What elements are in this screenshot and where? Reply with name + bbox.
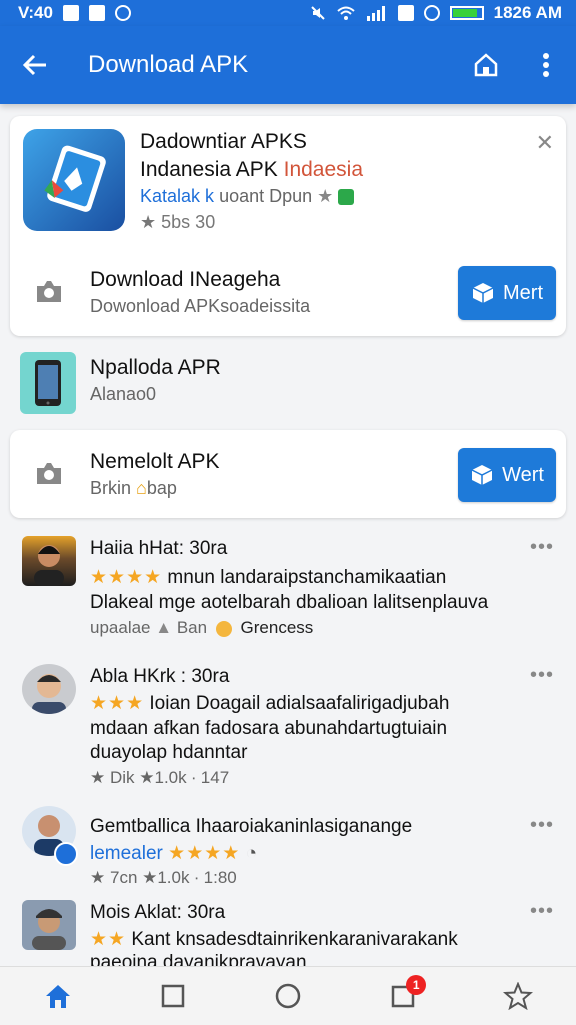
review-author: Mois Aklat: 30ra xyxy=(90,902,226,923)
nav-apps[interactable] xyxy=(143,967,203,1025)
history-icon: ◔ xyxy=(245,843,258,864)
star-outline-icon xyxy=(503,982,534,1010)
status-time-right: 1826 AM xyxy=(493,3,562,22)
featured-developer: Katalak k uoant Dpun ★ xyxy=(140,186,355,207)
review-more-icon[interactable]: ••• xyxy=(530,814,554,837)
app-logo xyxy=(23,129,125,231)
notification-badge: 1 xyxy=(406,975,427,995)
review-text-line3[interactable]: duayolap hdanntar xyxy=(90,742,247,764)
app-row-subtitle: Alanao0 xyxy=(90,384,157,404)
review-meta: ★ Dik ★1.0k ∙ 147 xyxy=(90,768,230,787)
wifi-icon xyxy=(336,6,355,20)
nav-favorites[interactable] xyxy=(488,967,548,1025)
featured-card[interactable]: ✕ Dadowntiar APKS Indanesia APK Indaesia… xyxy=(10,116,566,336)
vpn-icon xyxy=(397,5,414,21)
car-icon: ▲ xyxy=(155,618,173,637)
download-row-2-title: Nemelolt APK xyxy=(90,450,220,473)
rating-stars: ★★★★ xyxy=(168,843,241,864)
review-more-icon[interactable]: ••• xyxy=(530,900,554,923)
verified-icon xyxy=(338,189,355,206)
nav-home[interactable] xyxy=(28,967,88,1025)
folder-icon: ⌂ xyxy=(136,478,147,498)
rating-stars: ★★★ xyxy=(90,693,145,714)
more-vert-icon xyxy=(543,53,549,77)
emoji-icon xyxy=(215,620,232,637)
app-row-icon xyxy=(20,352,76,414)
home-icon xyxy=(474,53,498,77)
content-area: ✕ Dadowntiar APKS Indanesia APK Indaesia… xyxy=(0,104,576,966)
review-more-icon[interactable]: ••• xyxy=(530,536,554,559)
status-time-left: V:40 xyxy=(18,3,53,22)
app-notification-icon xyxy=(88,5,105,21)
signal-icon xyxy=(366,6,385,21)
box-icon xyxy=(472,283,494,303)
review-author[interactable]: Gemtballica Ihaaroiakaninlasiganange xyxy=(90,816,412,838)
review-item: Abla HKrk : 30ra ••• ★★★ Ioian Doagail a… xyxy=(0,660,576,790)
app-bar: Download APK xyxy=(0,26,576,104)
featured-rating: ★ 5bs 30 xyxy=(140,212,216,232)
app-row-title[interactable]: Npalloda APR xyxy=(90,356,221,380)
review-meta: upaalae ▲ Ban Grencess xyxy=(90,618,314,637)
status-bar: V:40 1826 AM xyxy=(0,0,576,26)
mute-icon xyxy=(310,6,325,20)
rating-stars: ★★ xyxy=(90,929,127,950)
review-text-line1: lemealer ★★★★ ◔ xyxy=(90,843,258,864)
review-text-line2: paeoina dayanikpravayan xyxy=(90,952,307,966)
box-icon xyxy=(471,465,493,485)
sync-icon xyxy=(114,5,131,21)
featured-title-line1: Dadowntiar APKS xyxy=(140,130,307,153)
download-row-icon xyxy=(34,460,64,486)
star-icon: ★ xyxy=(90,868,106,887)
nav-circle[interactable] xyxy=(258,967,318,1025)
battery-icon xyxy=(449,6,484,20)
review-text-line1: ★★ Kant knsadesdtainrikenkaranivarakank xyxy=(90,929,458,950)
home-button[interactable] xyxy=(456,26,516,104)
review-text-line1: ★★★ Ioian Doagail adialsaafalirigadjubah xyxy=(90,693,450,714)
square-icon xyxy=(161,984,185,1008)
review-item: Haiia hHat: 30ra ••• ★★★★ mnun landaraip… xyxy=(0,530,576,650)
back-arrow-icon xyxy=(22,54,46,76)
review-author: Abla HKrk : 30ra xyxy=(90,666,230,687)
review-item: Mois Aklat: 30ra ••• ★★ Kant knsadesdtai… xyxy=(0,896,576,966)
more-menu-button[interactable] xyxy=(516,26,576,104)
review-meta: ★ 7cn ★1.0k ∙ 1:80 xyxy=(90,868,237,887)
verified-badge-icon xyxy=(54,842,78,866)
download-row-2-button[interactable]: Wert xyxy=(458,448,556,502)
star-icon: ★ xyxy=(90,768,106,787)
avatar xyxy=(22,664,76,714)
download-row-1-button[interactable]: Mert xyxy=(458,266,556,320)
review-item: Gemtballica Ihaaroiakaninlasiganange •••… xyxy=(0,804,576,894)
avatar xyxy=(22,900,76,950)
download-row-1-title: Download INeageha xyxy=(90,268,281,291)
review-text-line1: ★★★★ mnun landaraipstanchamikaatian xyxy=(90,567,447,588)
close-icon[interactable]: ✕ xyxy=(536,130,554,156)
home-icon xyxy=(45,985,70,1008)
settings-status-icon xyxy=(423,5,440,21)
download-row-icon xyxy=(34,278,64,304)
review-text-line2: mdaan afkan fadosara abunahdartugtuiain xyxy=(90,718,448,739)
review-more-icon[interactable]: ••• xyxy=(530,664,554,687)
download-row-2-subtitle: Brkin ⌂bap xyxy=(90,478,177,498)
avatar xyxy=(22,536,76,586)
download-card-2[interactable]: Nemelolt APK Brkin ⌂bap Wert xyxy=(10,430,566,518)
download-row-1-subtitle: Dowonload APKsoadeissita xyxy=(90,296,311,316)
circle-icon xyxy=(275,983,301,1009)
nav-notifications[interactable]: 1 xyxy=(373,967,433,1025)
rating-stars: ★★★★ xyxy=(90,567,163,588)
featured-title-line2: Indanesia APK Indaesia xyxy=(140,158,364,181)
review-text-line2: Dlakeal mge aotelbarah dbalioan lalitsen… xyxy=(90,592,489,613)
bottom-nav: 1 xyxy=(0,966,576,1025)
star-icon: ★ xyxy=(140,212,157,232)
notification-icon xyxy=(62,5,79,21)
star-icon: ★ xyxy=(317,186,334,206)
back-button[interactable] xyxy=(0,26,70,104)
page-title: Download APK xyxy=(88,51,249,78)
review-author: Haiia hHat: 30ra xyxy=(90,538,228,559)
